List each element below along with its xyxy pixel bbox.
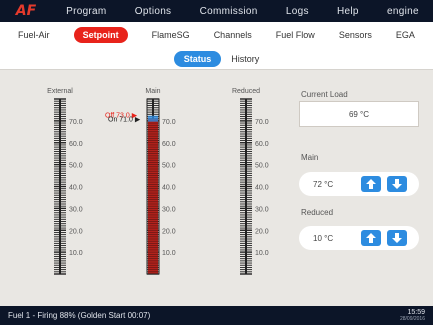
- main-on-marker-label: On 71.0 ▶: [108, 117, 141, 124]
- main-gauge-scale-label: 70.0: [162, 119, 176, 126]
- clock-date: 28/09/2016: [399, 315, 425, 322]
- arrow-up-icon: [366, 233, 376, 243]
- main-setpoint-value: 72 °C: [313, 179, 334, 189]
- main-setpoint-indicator: [148, 115, 158, 122]
- main-decrease-button[interactable]: [387, 176, 407, 192]
- current-load-label: Current Load: [301, 90, 348, 99]
- external-gauge-scale-label: 20.0: [69, 228, 83, 235]
- reduced-setpoint-value: 10 °C: [313, 233, 334, 243]
- current-load-value: 69 °C: [348, 109, 370, 119]
- main-setpoint-label: Main: [301, 153, 319, 162]
- main-increase-button[interactable]: [361, 176, 381, 192]
- main-gauge-scale-label: 10.0: [162, 250, 176, 257]
- external-gauge-scale-label: 70.0: [69, 119, 83, 126]
- main-gauge-scale-label: 20.0: [162, 228, 176, 235]
- arrow-down-icon: [392, 179, 402, 189]
- reduced-gauge-scale-label: 50.0: [255, 163, 269, 170]
- current-load-display: 69 °C: [299, 101, 419, 127]
- status-bar: Fuel 1 - Firing 88% (Golden Start 00:07)…: [0, 306, 433, 325]
- reduced-gauge-scale-label: 20.0: [255, 228, 269, 235]
- thermometer-gauges: 70.0 60.0 50.0 40.0 30.0 20.0 10.0 70.0 60.0 50.0…: [54, 98, 269, 275]
- reduced-increase-button[interactable]: [361, 230, 381, 246]
- external-gauge-scale-label: 30.0: [69, 206, 83, 213]
- main-gauge-scale-label: 30.0: [162, 206, 176, 213]
- external-gauge-scale-label: 50.0: [69, 163, 83, 170]
- reduced-setpoint-control: 10 °C: [299, 226, 419, 250]
- clock-time: 15:59: [407, 308, 425, 316]
- reduced-gauge-scale-label: 70.0: [255, 119, 269, 126]
- main-gauge-scale-label: 40.0: [162, 185, 176, 192]
- main-gauge-scale-label: 50.0: [162, 163, 176, 170]
- external-gauge-scale-label: 60.0: [69, 141, 83, 148]
- reduced-gauge-scale-label: 40.0: [255, 185, 269, 192]
- reduced-gauge-scale-label: 60.0: [255, 141, 269, 148]
- reduced-gauge-scale-label: 10.0: [255, 250, 269, 257]
- main-gauge-fill: [148, 118, 158, 274]
- main-gauge-scale-label: 60.0: [162, 141, 176, 148]
- clock: 15:59 28/09/2016: [400, 309, 425, 323]
- arrow-down-icon: [392, 233, 402, 243]
- reduced-setpoint-label: Reduced: [301, 208, 334, 217]
- external-gauge-scale-label: 10.0: [69, 250, 83, 257]
- arrow-up-icon: [366, 179, 376, 189]
- reduced-gauge-scale-label: 30.0: [255, 206, 269, 213]
- main-setpoint-control: 72 °C: [299, 172, 419, 196]
- status-message: Fuel 1 - Firing 88% (Golden Start 00:07): [8, 311, 151, 320]
- external-gauge-scale-label: 40.0: [69, 185, 83, 192]
- reduced-decrease-button[interactable]: [387, 230, 407, 246]
